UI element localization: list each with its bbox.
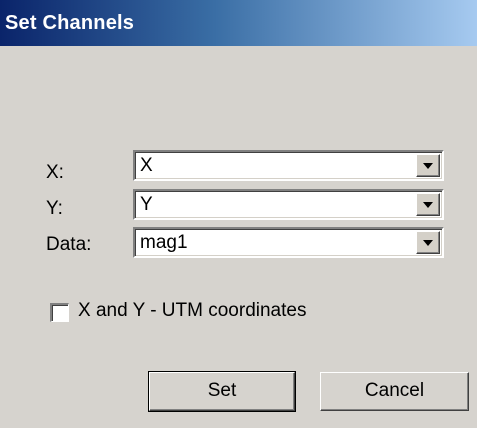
y-channel-select[interactable]: Y bbox=[133, 189, 444, 220]
y-dropdown-button[interactable] bbox=[416, 193, 440, 216]
x-label: X: bbox=[46, 162, 64, 183]
x-channel-value: X bbox=[140, 155, 153, 176]
chevron-down-icon bbox=[423, 240, 433, 246]
chevron-down-icon bbox=[423, 163, 433, 169]
x-dropdown-button[interactable] bbox=[416, 154, 440, 177]
utm-coordinates-label[interactable]: X and Y - UTM coordinates bbox=[78, 300, 306, 322]
set-channels-dialog: Set Channels X: X Y: Y Data: mag1 X and … bbox=[0, 0, 477, 428]
cancel-button[interactable]: Cancel bbox=[320, 372, 469, 411]
title-bar[interactable]: Set Channels bbox=[0, 0, 477, 46]
y-label: Y: bbox=[46, 198, 63, 219]
data-channel-value: mag1 bbox=[140, 232, 188, 253]
data-channel-select[interactable]: mag1 bbox=[133, 227, 444, 258]
utm-coordinates-checkbox[interactable] bbox=[50, 303, 69, 322]
x-channel-select[interactable]: X bbox=[133, 150, 444, 181]
window-title: Set Channels bbox=[5, 12, 135, 34]
data-dropdown-button[interactable] bbox=[416, 231, 440, 254]
chevron-down-icon bbox=[423, 202, 433, 208]
data-label: Data: bbox=[46, 234, 92, 255]
y-channel-value: Y bbox=[140, 194, 153, 215]
set-button[interactable]: Set bbox=[148, 371, 296, 412]
